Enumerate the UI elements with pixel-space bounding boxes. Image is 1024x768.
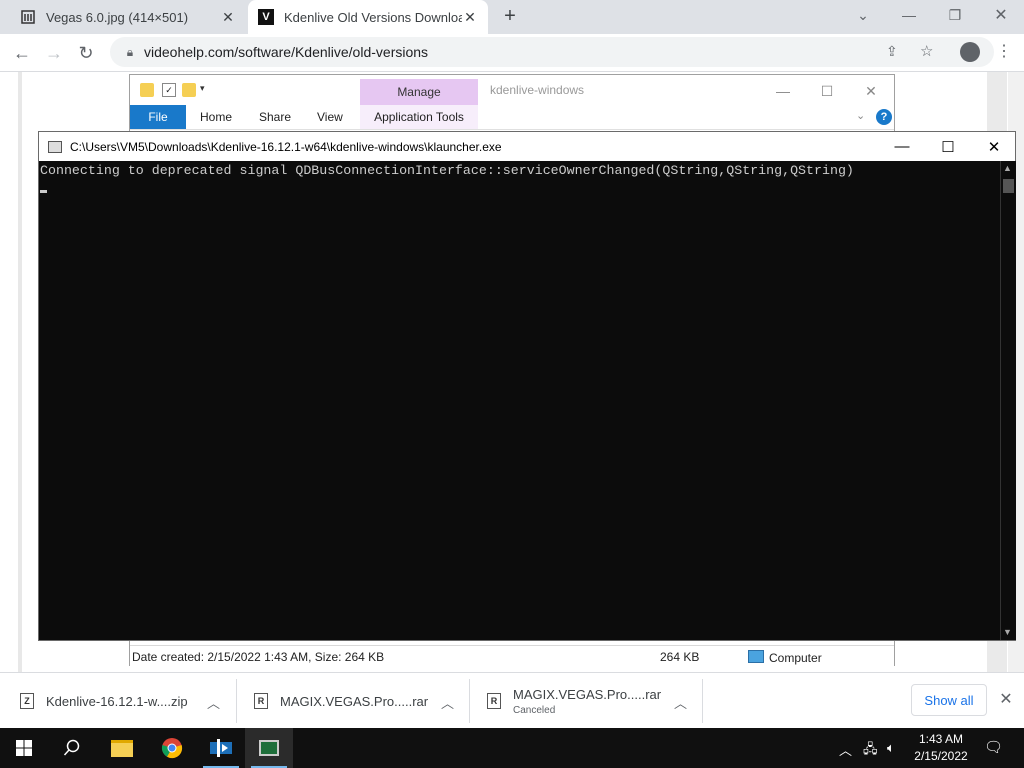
divider [469, 679, 470, 723]
browser-toolbar: ← → ↻ 🔒︎ videohelp.com/software/Kdenlive… [0, 34, 1024, 72]
back-arrow-icon[interactable]: ← [9, 40, 35, 66]
download-name: MAGIX.VEGAS.Pro.....rar [513, 686, 662, 702]
close-window-button[interactable]: ✕ [978, 0, 1024, 30]
chevron-up-icon[interactable]: ︿ [674, 693, 687, 712]
explorer-titlebar: ✓ ▾ Manage kdenlive-windows — ☐ ✕ [130, 75, 894, 105]
chrome-taskbar-icon[interactable] [148, 728, 196, 768]
bookmark-star-icon[interactable]: ☆ [920, 42, 933, 60]
volume-icon[interactable]: 🔈︎ [887, 740, 895, 756]
page-left-margin [18, 72, 22, 672]
console-cursor [40, 190, 47, 193]
close-tab-icon[interactable]: ✕ [462, 9, 478, 26]
help-icon[interactable]: ? [876, 109, 892, 125]
share-icon[interactable]: ⇪ [886, 43, 898, 60]
console-window[interactable]: C:\Users\VM5\Downloads\Kdenlive-16.12.1-… [38, 131, 1016, 641]
minimize-button[interactable]: — [886, 0, 932, 30]
manage-label: Manage [360, 79, 478, 105]
clock-date: 2/15/2022 [914, 749, 968, 763]
download-item[interactable]: R MAGIX.VEGAS.Pro.....rar Canceled ︿ [487, 673, 687, 729]
rar-file-icon: R [487, 693, 501, 709]
console-app-icon [48, 140, 62, 153]
url-text: videohelp.com/software/Kdenlive/old-vers… [144, 44, 429, 60]
network-icon[interactable]: 🖧︎ [863, 740, 878, 762]
windows-logo-icon [16, 740, 32, 756]
download-item[interactable]: R MAGIX.VEGAS.Pro.....rar ︿ [254, 673, 454, 729]
chevron-up-icon[interactable]: ︿ [441, 693, 454, 712]
tab-title: Kdenlive Old Versions Download [284, 9, 462, 25]
console-close-button[interactable]: ✕ [971, 132, 1017, 161]
new-tab-button[interactable]: + [498, 4, 522, 28]
start-button[interactable] [0, 728, 48, 768]
tab-kdenlive-old-versions[interactable]: V Kdenlive Old Versions Download ✕ [248, 0, 488, 34]
ribbon-tab-home[interactable]: Home [200, 105, 232, 129]
ribbon-tab-share[interactable]: Share [259, 105, 291, 129]
lock-icon: 🔒︎ [126, 44, 134, 59]
download-status: Canceled [513, 704, 556, 716]
restore-button[interactable]: ❐ [932, 0, 978, 30]
videohelp-icon: V [258, 9, 274, 25]
close-downloads-icon[interactable]: ✕ [996, 689, 1016, 709]
browser-tab-strip: Vegas 6.0.jpg (414×501) ✕ V Kdenlive Old… [0, 0, 1024, 34]
profile-avatar-icon[interactable] [960, 42, 980, 62]
zip-file-icon: Z [20, 693, 34, 709]
folder-icon [140, 83, 154, 97]
explorer-maximize-button[interactable]: ☐ [804, 79, 850, 103]
forward-arrow-icon[interactable]: → [41, 40, 67, 66]
explorer-ribbon: File Home Share View Application Tools ⌄… [130, 105, 894, 130]
console-title: C:\Users\VM5\Downloads\Kdenlive-16.12.1-… [70, 139, 502, 154]
explorer-title: kdenlive-windows [490, 83, 585, 97]
ribbon-tab-application-tools[interactable]: Application Tools [360, 105, 478, 129]
properties-checkbox-icon[interactable]: ✓ [162, 83, 176, 97]
address-bar[interactable]: 🔒︎ videohelp.com/software/Kdenlive/old-v… [110, 37, 994, 67]
download-item[interactable]: Z Kdenlive-16.12.1-w....zip ︿ [20, 673, 220, 729]
taskbar: ︿ 🖧︎ 🔈︎ 1:43 AM 2/15/2022 🗨︎ [0, 728, 1024, 768]
close-tab-icon[interactable]: ✕ [220, 9, 236, 26]
search-icon[interactable] [48, 728, 96, 768]
explorer-status-bar: Date created: 2/15/2022 1:43 AM, Size: 2… [130, 645, 894, 666]
scroll-thumb[interactable] [1003, 179, 1014, 193]
download-name: Kdenlive-16.12.1-w....zip [46, 693, 188, 709]
rar-file-icon: R [254, 693, 268, 709]
ribbon-tab-view[interactable]: View [317, 105, 343, 129]
system-clock[interactable]: 1:43 AM 2/15/2022 [910, 731, 972, 765]
notifications-icon[interactable]: 🗨︎ [984, 738, 1003, 756]
console-minimize-button[interactable]: — [879, 132, 925, 161]
image-viewer-icon [20, 9, 36, 25]
chevron-up-icon[interactable]: ︿ [207, 693, 220, 712]
download-name: MAGIX.VEGAS.Pro.....rar [280, 693, 429, 709]
ribbon-tab-file[interactable]: File [130, 105, 186, 129]
status-size: 264 KB [660, 650, 700, 664]
show-all-button[interactable]: Show all [911, 684, 987, 716]
console-scrollbar[interactable]: ▲ ▼ [1000, 161, 1016, 640]
new-folder-icon[interactable] [182, 83, 196, 97]
explorer-close-button[interactable]: ✕ [848, 79, 894, 103]
console-taskbar-icon[interactable] [245, 728, 293, 768]
status-details: Date created: 2/15/2022 1:43 AM, Size: 2… [132, 650, 385, 664]
clock-time: 1:43 AM [918, 732, 964, 746]
tab-title: Vegas 6.0.jpg (414×501) [46, 9, 189, 25]
kdenlive-taskbar-icon[interactable] [197, 728, 245, 768]
status-location: Computer [748, 650, 822, 665]
console-output[interactable]: Connecting to deprecated signal QDBusCon… [39, 161, 999, 640]
divider [702, 679, 703, 723]
divider [236, 679, 237, 723]
ribbon-expand-chevron-icon[interactable]: ⌄ [856, 109, 865, 122]
console-maximize-button[interactable]: ☐ [925, 132, 971, 161]
quick-access-dropdown-icon[interactable]: ▾ [200, 83, 214, 97]
tab-search-icon[interactable]: ⌄ [840, 0, 886, 30]
file-explorer-taskbar-icon[interactable] [98, 728, 146, 768]
console-line: Connecting to deprecated signal QDBusCon… [40, 163, 854, 178]
scroll-up-arrow-icon[interactable]: ▲ [1003, 163, 1012, 173]
reload-icon[interactable]: ↻ [73, 40, 99, 66]
explorer-minimize-button[interactable]: — [760, 79, 806, 103]
show-hidden-icons-chevron-icon[interactable]: ︿ [839, 740, 852, 759]
downloads-bar: Z Kdenlive-16.12.1-w....zip ︿ R MAGIX.VE… [0, 672, 1024, 728]
tab-vegas-image[interactable]: Vegas 6.0.jpg (414×501) ✕ [10, 0, 246, 34]
scroll-down-arrow-icon[interactable]: ▼ [1003, 627, 1012, 637]
console-titlebar: C:\Users\VM5\Downloads\Kdenlive-16.12.1-… [39, 132, 1015, 161]
computer-icon [748, 650, 764, 663]
menu-kebab-icon[interactable]: ⋮ [996, 41, 1012, 61]
